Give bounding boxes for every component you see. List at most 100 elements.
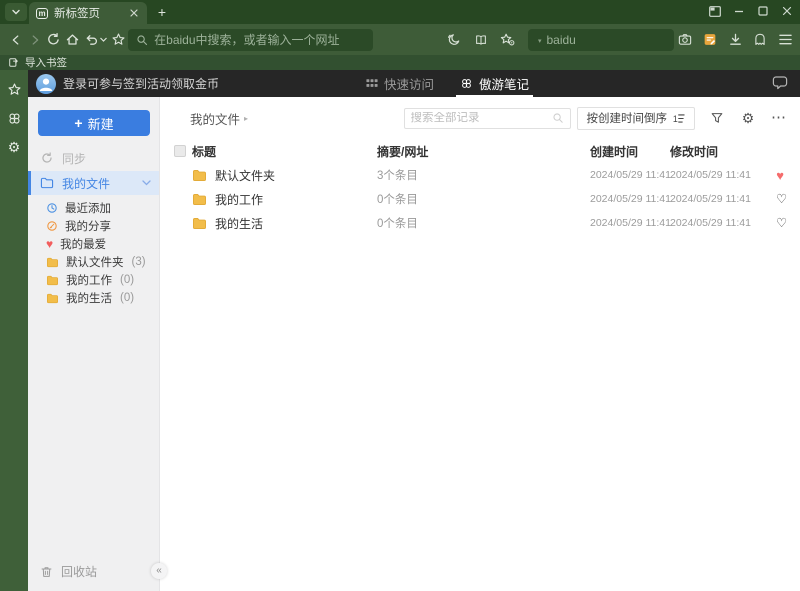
reading-mode-button[interactable] [470,28,492,52]
sidebar-item-my-life[interactable]: 我的生活 (0) [28,289,159,307]
address-input[interactable] [154,32,365,47]
night-mode-button[interactable] [443,28,465,52]
folder-icon [193,193,206,205]
table-row[interactable]: 默认文件夹 3个条目 2024/05/29 11:41 2024/05/29 1… [160,163,800,187]
column-title[interactable]: 标题 [192,143,377,160]
page-tabs: 快速访问 傲游笔记 [366,70,534,97]
toolbar-middle-icons [443,28,519,52]
star-icon [8,83,20,95]
undo-icon [87,35,98,45]
feedback-button[interactable] [772,76,788,90]
sidebar-item-my-files[interactable]: 我的文件 [28,171,159,195]
clover-note-icon [8,112,20,124]
favorite-heart-icon[interactable]: ♡ [776,216,787,230]
search-engine-caret-icon[interactable]: ▾ [538,37,542,45]
browser-tab[interactable]: m 新标签页 [29,2,147,24]
column-summary[interactable]: 摘要/网址 [377,143,590,160]
sidebar-collapse-button[interactable]: « [151,563,167,579]
numbered-sort-icon: 1 [673,114,685,124]
item-count: (3) [131,256,146,268]
tab-quick-access[interactable]: 快速访问 [366,70,434,97]
sidebar-item-my-shares[interactable]: 我的分享 [28,217,159,235]
trash-icon [41,566,52,577]
heart-icon: ♥ [46,237,54,251]
back-button[interactable] [6,28,25,52]
address-bar[interactable] [128,28,373,51]
download-icon [729,33,741,45]
tab-maxnote[interactable]: 傲游笔记 [456,70,534,97]
sidebar-item-default-folder[interactable]: 默认文件夹 (3) [28,253,159,271]
folder-icon [47,275,58,285]
column-created[interactable]: 创建时间 [590,143,670,160]
boss-key-icon[interactable] [706,2,724,20]
sidebar-item-my-work[interactable]: 我的工作 (0) [28,271,159,289]
gear-icon: ⚙ [741,110,755,126]
refresh-icon [48,33,60,45]
row-created: 2024/05/29 11:41 [590,193,671,205]
column-modified[interactable]: 修改时间 [670,143,776,160]
folder-icon [193,169,206,181]
favorite-heart-icon[interactable]: ♡ [776,192,787,206]
camera-icon [678,34,692,45]
filter-button[interactable] [708,109,726,127]
new-note-label: 新建 [87,116,114,132]
favorites-panel-button[interactable] [5,80,23,98]
sync-button[interactable]: 同步 [28,148,159,168]
import-bookmarks-button[interactable]: 导入书签 [25,55,67,70]
maxnote-button[interactable] [699,28,721,52]
folder-icon [193,217,206,229]
sidebar-item-favorites[interactable]: ♥ 我的最爱 [28,235,159,253]
view-settings-button[interactable]: ⚙ [739,109,757,127]
extensions-button[interactable] [749,28,771,52]
select-all-checkbox[interactable] [174,145,186,157]
home-button[interactable] [63,28,82,52]
favorites-manager-button[interactable] [497,28,519,52]
favorite-heart-icon[interactable]: ♥ [776,169,784,182]
folder-icon [40,177,54,189]
clock-icon [47,203,57,213]
settings-button[interactable]: ⚙ [5,138,23,156]
svg-text:1: 1 [673,114,678,124]
item-count: (0) [120,292,135,304]
table-row[interactable]: 我的生活 0个条目 2024/05/29 11:41 2024/05/29 11… [160,211,800,235]
ghost-skin-icon [755,33,765,45]
maximize-icon[interactable] [754,2,772,20]
more-options-button[interactable]: ⋯ [770,109,788,127]
minimize-icon[interactable] [730,2,748,20]
clover-note-icon [462,79,471,88]
close-icon[interactable] [778,2,796,20]
new-tab-button[interactable]: + [153,4,171,22]
new-note-button[interactable]: + 新建 [38,110,150,136]
trash-label: 回收站 [61,565,98,579]
favorite-star-button[interactable] [109,28,128,52]
item-label: 我的分享 [65,221,111,233]
share-pen-icon [47,221,57,231]
main-menu-button[interactable] [774,28,796,52]
record-search-input[interactable] [410,112,552,124]
refresh-button[interactable] [44,28,63,52]
undo-button[interactable] [83,28,109,52]
bookmark-bar: 导入书签 [0,55,800,70]
table-row[interactable]: 我的工作 0个条目 2024/05/29 11:41 2024/05/29 11… [160,187,800,211]
forward-button[interactable] [25,28,44,52]
downloads-button[interactable] [724,28,746,52]
login-banner[interactable]: 登录可参与签到活动领取金币 [63,75,219,92]
notes-table: 标题 摘要/网址 创建时间 修改时间 默认文件夹 3个条目 2024/05/29… [160,139,800,235]
tab-list-button[interactable] [5,3,27,21]
item-label: 我的工作 [66,275,112,287]
undo-dropdown-caret-icon[interactable] [100,37,108,42]
breadcrumb[interactable]: 我的文件 ▸ [190,109,248,128]
folder-icon [47,293,58,303]
maxnote-panel-button[interactable] [5,109,23,127]
sidebar-item-recent[interactable]: 最近添加 [28,199,159,217]
tab-close-icon[interactable] [127,6,141,20]
screenshot-button[interactable] [674,28,696,52]
trash-button[interactable]: 回收站 [40,563,97,580]
record-search[interactable] [403,107,571,129]
item-label: 默认文件夹 [66,257,124,269]
quick-search-box[interactable]: ▾ [527,28,702,51]
tab-label: 快速访问 [384,78,435,92]
speech-bubble-icon [772,76,788,90]
sort-order-button[interactable]: 按创建时间倒序 1 [576,106,695,130]
avatar[interactable] [36,73,56,94]
